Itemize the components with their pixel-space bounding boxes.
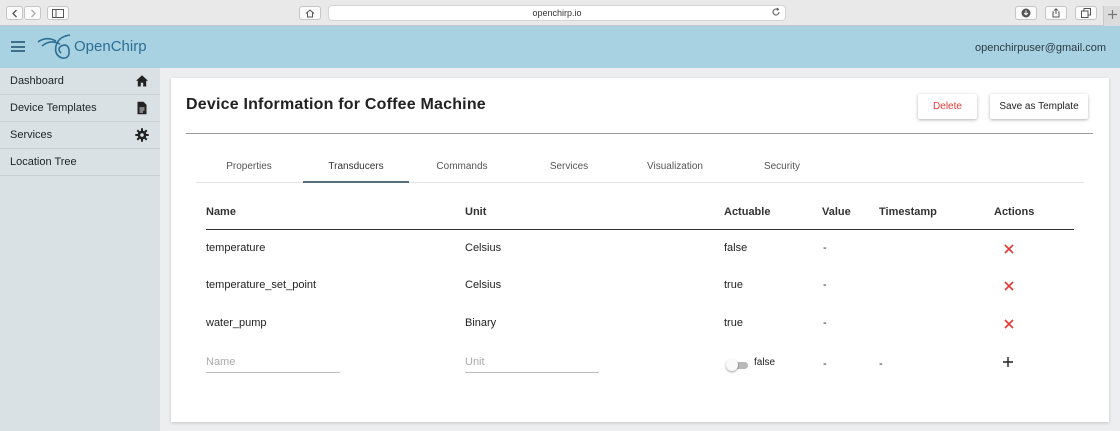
cell-value: - — [823, 279, 827, 291]
reload-icon[interactable] — [771, 7, 781, 21]
sidebar-item-label: Dashboard — [10, 75, 64, 87]
unit-field[interactable] — [465, 353, 599, 373]
cell-actuable: true — [724, 279, 743, 291]
back-button[interactable] — [6, 6, 23, 20]
gear-icon — [135, 128, 149, 142]
column-header-actuable: Actuable — [724, 206, 771, 218]
actuable-toggle-label: false — [754, 357, 776, 368]
sidebar-item-device-templates[interactable]: Device Templates — [0, 95, 160, 122]
cell-name: water_pump — [206, 317, 267, 329]
delete-row-icon[interactable] — [1003, 318, 1015, 330]
divider — [186, 133, 1093, 134]
home-button[interactable] — [299, 6, 321, 20]
name-field[interactable] — [206, 353, 340, 373]
delete-button[interactable]: Delete — [918, 94, 977, 119]
column-header-actions: Actions — [994, 206, 1035, 218]
brand-name[interactable]: OpenChirp — [74, 38, 147, 55]
column-header-timestamp: Timestamp — [879, 206, 937, 218]
sidebar-item-location-tree[interactable]: Location Tree — [0, 149, 160, 176]
actuable-toggle[interactable] — [726, 359, 748, 371]
cell-value: - — [823, 242, 827, 254]
sidebar-item-label: Services — [10, 129, 53, 141]
cell-actuable: true — [724, 317, 743, 329]
app-header: OpenChirp openchirpuser@gmail.com — [0, 26, 1120, 68]
home-icon — [136, 75, 148, 87]
new-tab-button[interactable] — [1103, 6, 1120, 26]
table-header-divider — [206, 229, 1074, 230]
column-header-value: Value — [822, 206, 851, 218]
house-icon — [305, 8, 315, 17]
downloads-button[interactable] — [1015, 6, 1037, 20]
cell-timestamp: - — [879, 358, 883, 370]
hamburger-menu-icon[interactable] — [11, 41, 25, 52]
name-input[interactable] — [206, 353, 340, 371]
cell-unit: Celsius — [465, 242, 502, 254]
sidebar-item-services[interactable]: Services — [0, 122, 160, 149]
cell-unit: Celsius — [465, 279, 502, 291]
tab-bar: Properties Transducers Commands Services… — [196, 155, 1084, 183]
forward-button[interactable] — [24, 6, 41, 20]
cell-actuable: false — [724, 242, 748, 254]
page-title: Device Information for Coffee Machine — [186, 96, 486, 113]
sidebar-item-label: Device Templates — [10, 102, 97, 114]
share-button[interactable] — [1045, 6, 1067, 20]
tab-commands[interactable]: Commands — [409, 155, 515, 183]
url-text: openchirp.io — [532, 8, 582, 18]
device-info-card: Device Information for Coffee Machine De… — [171, 78, 1109, 422]
save-as-template-button[interactable]: Save as Template — [990, 94, 1088, 119]
sidebar-item-label: Location Tree — [10, 156, 77, 168]
plus-icon — [1108, 10, 1117, 19]
chevron-left-icon — [11, 9, 17, 17]
cell-value: - — [823, 317, 827, 329]
cell-name: temperature — [206, 242, 266, 254]
tab-visualization[interactable]: Visualization — [622, 155, 728, 183]
sidebar-toggle-button[interactable] — [47, 6, 69, 20]
add-transducer-icon[interactable] — [1002, 356, 1014, 368]
cell-name: temperature_set_point — [206, 279, 317, 291]
chevron-right-icon — [30, 9, 36, 17]
tabs-overview-button[interactable] — [1075, 6, 1097, 20]
user-email[interactable]: openchirpuser@gmail.com — [975, 42, 1106, 54]
tab-transducers[interactable]: Transducers — [303, 155, 409, 183]
cell-value: - — [823, 358, 827, 370]
delete-row-icon[interactable] — [1003, 280, 1015, 292]
column-header-unit: Unit — [465, 206, 487, 218]
tab-properties[interactable]: Properties — [196, 155, 302, 183]
document-icon — [137, 101, 147, 115]
download-icon — [1021, 8, 1031, 18]
sidebar-item-dashboard[interactable]: Dashboard — [0, 68, 160, 95]
column-header-name: Name — [206, 206, 236, 218]
share-icon — [1052, 8, 1060, 18]
unit-input[interactable] — [465, 353, 599, 371]
tab-security[interactable]: Security — [729, 155, 835, 183]
tab-services[interactable]: Services — [516, 155, 622, 183]
sidebar: Dashboard Device Templates Services Loca… — [0, 68, 160, 431]
delete-row-icon[interactable] — [1003, 243, 1015, 255]
sidebar-icon — [52, 8, 64, 18]
tabs-icon — [1081, 8, 1091, 18]
openchirp-logo — [37, 34, 71, 59]
browser-toolbar: openchirp.io — [0, 0, 1120, 26]
cell-unit: Binary — [465, 317, 497, 329]
address-bar[interactable]: openchirp.io — [328, 5, 786, 21]
